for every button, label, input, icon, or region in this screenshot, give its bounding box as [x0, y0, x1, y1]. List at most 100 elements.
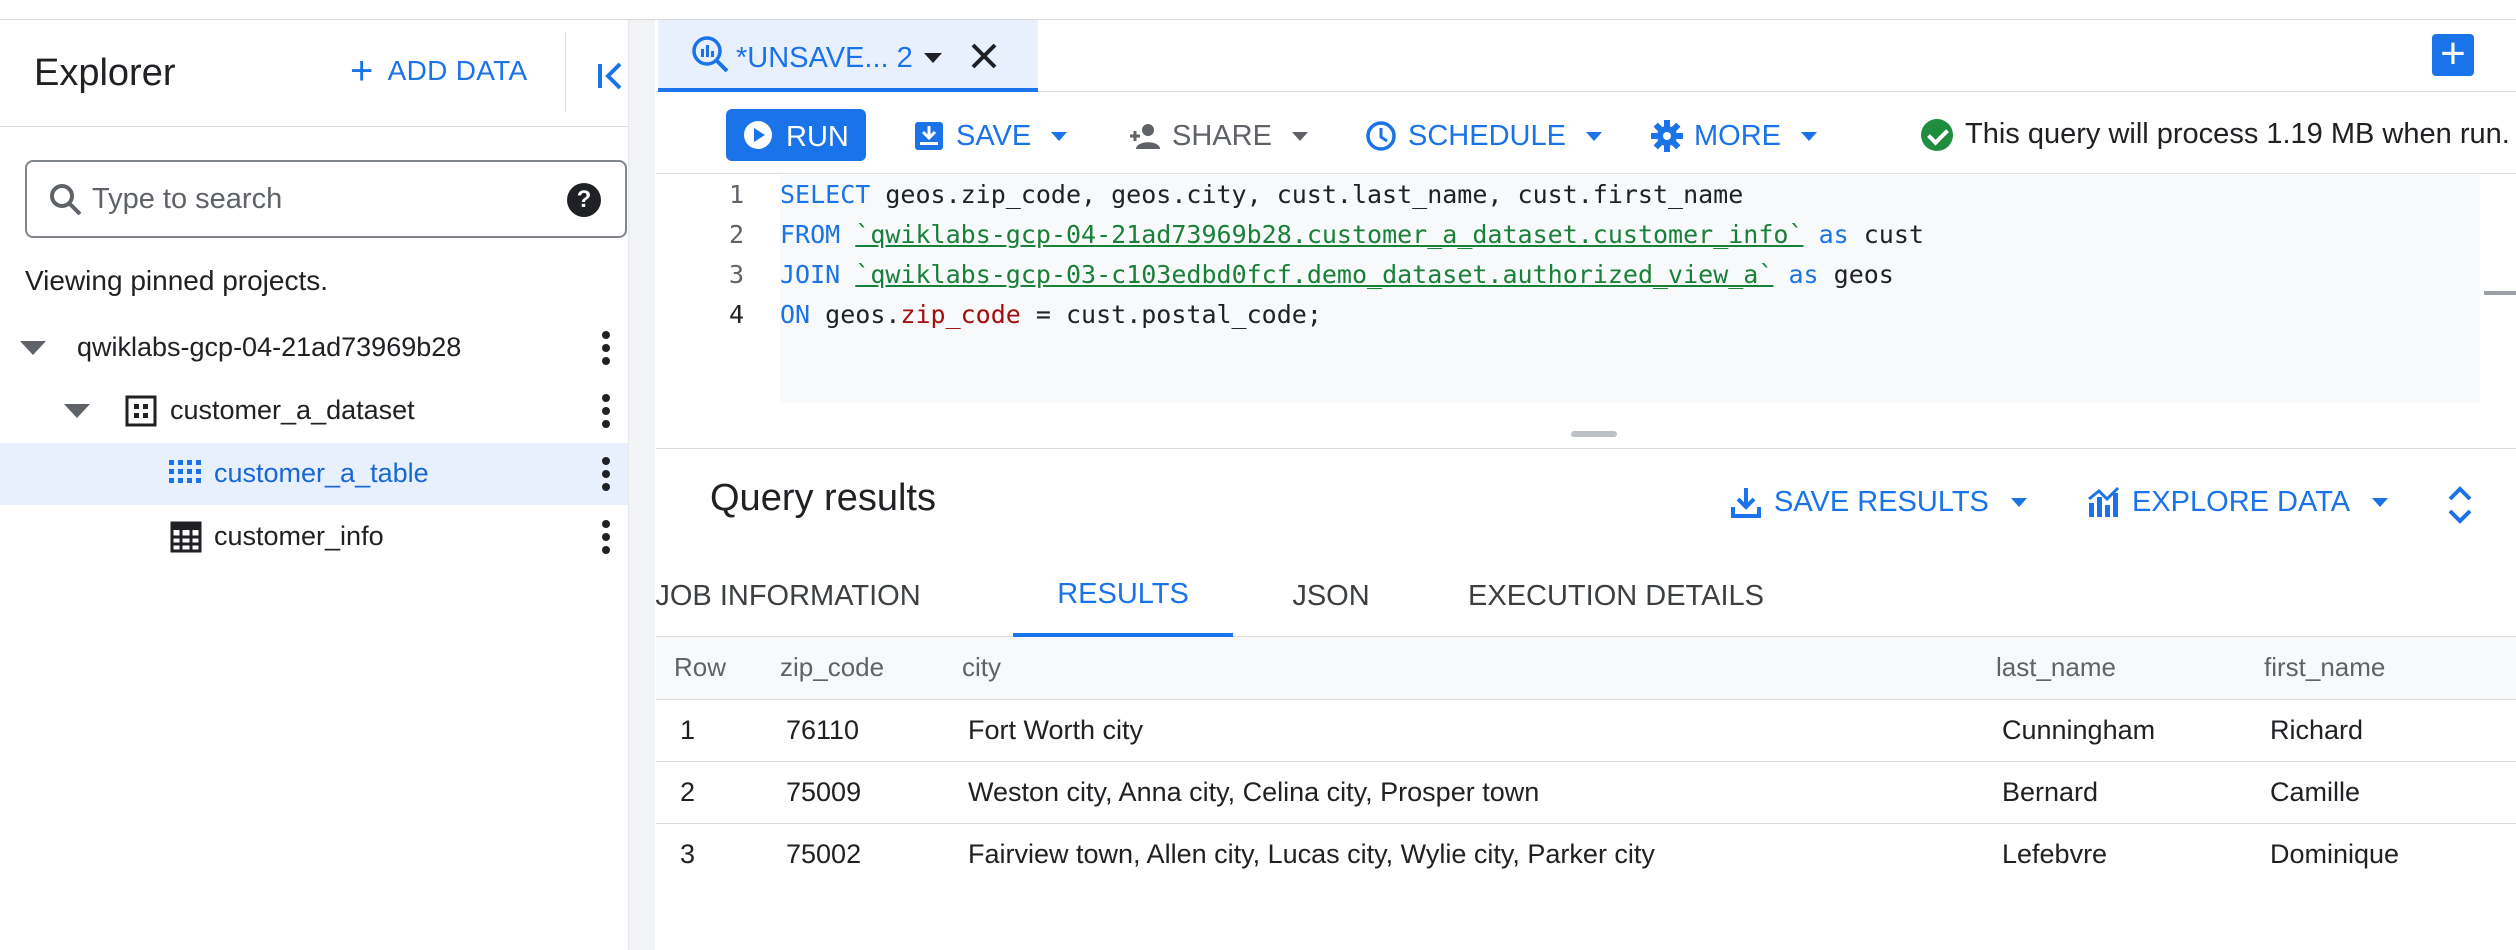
code-area[interactable]: SELECT geos.zip_code, geos.city, cust.la…: [780, 175, 2480, 403]
editor-tab[interactable]: *UNSAVE... 2: [658, 20, 1038, 92]
explorer-header: Explorer + ADD DATA: [0, 20, 655, 127]
share-button[interactable]: SHARE: [1128, 114, 1308, 158]
view-icon: [169, 460, 201, 483]
sql-text: geos.: [810, 300, 901, 329]
results-empty-area: [656, 885, 2516, 950]
tab-results[interactable]: RESULTS: [1013, 556, 1233, 637]
editor-tab-label: *UNSAVE... 2: [736, 42, 913, 74]
tab-job-information[interactable]: JOB INFORMATION: [655, 556, 920, 637]
code-line: SELECT geos.zip_code, geos.city, cust.la…: [780, 175, 1743, 215]
table-cell[interactable]: Lefebvre: [1978, 823, 2246, 886]
add-tab-icon[interactable]: +: [2432, 32, 2474, 76]
more-label: MORE: [1694, 119, 1781, 152]
save-results-button[interactable]: SAVE RESULTS: [1730, 485, 2027, 519]
help-icon[interactable]: ?: [567, 183, 601, 217]
table-cell[interactable]: Richard: [2246, 699, 2516, 762]
caret-down-icon[interactable]: [20, 341, 46, 355]
explore-data-button[interactable]: EXPLORE DATA: [2086, 485, 2389, 519]
search-input[interactable]: [92, 176, 552, 222]
tab-execution-details[interactable]: EXECUTION DETAILS: [1456, 556, 1776, 637]
add-data-button[interactable]: + ADD DATA: [350, 49, 528, 93]
column-header[interactable]: last_name: [1978, 637, 2246, 700]
table-label: customer_info: [214, 521, 384, 551]
table-cell[interactable]: Fort Worth city: [944, 699, 1978, 762]
more-vert-icon[interactable]: [600, 331, 612, 365]
explorer-splitter[interactable]: [628, 20, 655, 950]
explorer-search: ?: [25, 160, 627, 238]
tree-view-row[interactable]: customer_a_table: [0, 443, 628, 505]
table-cell[interactable]: Dominique: [2246, 823, 2516, 886]
tab-json[interactable]: JSON: [1276, 556, 1386, 637]
more-vert-icon[interactable]: [600, 457, 612, 491]
explorer-panel: Explorer + ADD DATA ? Viewing pinned pro…: [0, 20, 655, 950]
sql-text: geos.zip_code, geos.city, cust.last_name…: [870, 180, 1744, 209]
table-cell[interactable]: Weston city, Anna city, Celina city, Pro…: [944, 761, 1978, 824]
line-number: 3: [728, 260, 744, 289]
table-row: 1 76110 Fort Worth city Cunningham Richa…: [656, 699, 2516, 762]
editor-resize-handle[interactable]: [1571, 431, 1617, 437]
check-circle-icon: [1921, 118, 1953, 151]
schedule-label: SCHEDULE: [1408, 119, 1566, 152]
plus-icon: +: [350, 49, 374, 93]
more-button[interactable]: MORE: [1650, 114, 1817, 158]
tree-project-row[interactable]: qwiklabs-gcp-04-21ad73969b28: [0, 317, 628, 379]
chart-icon: [2088, 486, 2120, 517]
save-button[interactable]: SAVE: [912, 114, 1068, 158]
caret-down-icon: [1051, 131, 1068, 141]
row-number: 3: [656, 823, 762, 886]
sql-field: zip_code: [900, 300, 1021, 329]
caret-down-icon[interactable]: [924, 53, 942, 63]
table-cell[interactable]: Cunningham: [1978, 699, 2246, 762]
header-divider: [565, 32, 566, 112]
results-title: Query results: [710, 477, 936, 519]
column-header[interactable]: zip_code: [762, 637, 944, 700]
results-table: Row zip_code city last_name first_name 1…: [656, 637, 2516, 886]
caret-down-icon: [2372, 497, 2389, 507]
table-cell[interactable]: Camille: [2246, 761, 2516, 824]
sql-keyword: FROM: [780, 220, 841, 249]
table-row: 2 75009 Weston city, Anna city, Celina c…: [656, 761, 2516, 824]
collapse-panel-icon: [598, 62, 622, 90]
column-header[interactable]: city: [944, 637, 1978, 700]
expand-icon[interactable]: [2444, 485, 2476, 525]
table-reference-link[interactable]: `qwiklabs-gcp-03-c103edbd0fcf.demo_datas…: [855, 260, 1773, 289]
table-header-row: Row zip_code city last_name first_name: [656, 637, 2516, 700]
run-button[interactable]: RUN: [726, 109, 866, 161]
pinned-projects-note: Viewing pinned projects.: [25, 265, 329, 296]
more-vert-icon[interactable]: [600, 520, 612, 554]
project-label: qwiklabs-gcp-04-21ad73969b28: [77, 332, 462, 362]
line-number: 4: [728, 300, 744, 329]
query-toolbar: RUN SAVE SHARE SCHEDULE MORE This query …: [656, 92, 2516, 174]
line-number: 1: [728, 180, 744, 209]
collapse-panel-button[interactable]: [594, 58, 630, 94]
sql-keyword: SELECT: [780, 180, 871, 209]
query-validator: This query will process 1.19 MB when run…: [1921, 118, 2510, 151]
add-data-label: ADD DATA: [387, 55, 528, 86]
explorer-title: Explorer: [34, 52, 176, 94]
table-cell[interactable]: Fairview town, Allen city, Lucas city, W…: [944, 823, 1978, 886]
sql-keyword: as: [1818, 220, 1849, 249]
schedule-button[interactable]: SCHEDULE: [1364, 114, 1602, 158]
column-header[interactable]: first_name: [2246, 637, 2516, 700]
tree-dataset-row[interactable]: customer_a_dataset: [0, 380, 628, 442]
caret-down-icon[interactable]: [64, 404, 90, 418]
table-cell[interactable]: Bernard: [1978, 761, 2246, 824]
more-vert-icon[interactable]: [600, 394, 612, 428]
sql-keyword: as: [1788, 260, 1819, 289]
run-label: RUN: [786, 121, 849, 153]
table-cell[interactable]: 75002: [762, 823, 944, 886]
close-icon[interactable]: [968, 40, 1000, 72]
tree-table-row[interactable]: customer_info: [0, 506, 628, 568]
sql-editor[interactable]: 1 2 3 4 SELECT geos.zip_code, geos.city,…: [656, 175, 2516, 447]
explore-data-label: EXPLORE DATA: [2132, 485, 2351, 518]
play-icon: [744, 121, 772, 149]
editor-tab-bar: *UNSAVE... 2 +: [656, 20, 2516, 92]
table-cell[interactable]: 75009: [762, 761, 944, 824]
table-cell[interactable]: 76110: [762, 699, 944, 762]
query-icon: [692, 36, 729, 73]
column-header: Row: [656, 637, 762, 700]
sql-text: geos: [1818, 260, 1894, 289]
table-reference-link[interactable]: `qwiklabs-gcp-04-21ad73969b28.customer_a…: [855, 220, 1803, 249]
sql-text: = cust.postal_code;: [1020, 300, 1322, 329]
save-results-label: SAVE RESULTS: [1774, 485, 1989, 518]
